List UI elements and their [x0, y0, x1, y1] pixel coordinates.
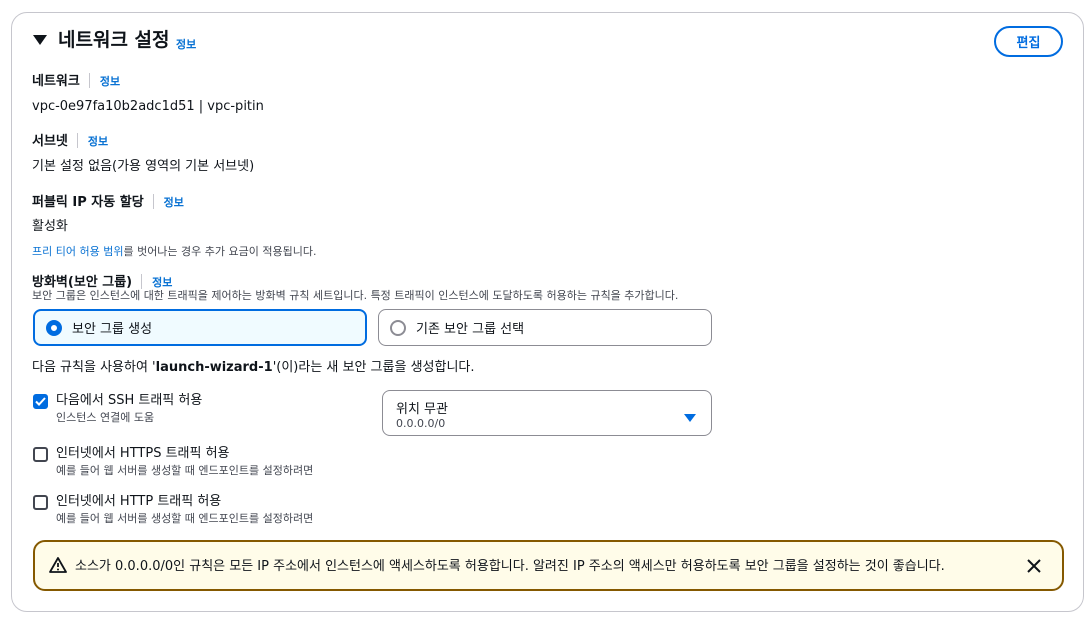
rule-group-name: launch-wizard-1 [155, 360, 273, 375]
firewall-info-link[interactable]: 정보 [152, 276, 172, 289]
rule-prefix: 다음 규칙을 사용하여 ' [32, 360, 156, 375]
create-security-group-option[interactable]: 보안 그룹 생성 [33, 309, 367, 346]
subnet-info-link[interactable]: 정보 [88, 135, 108, 148]
network-label-row: 네트워크 정보 [32, 70, 120, 90]
firewall-label: 방화벽(보안 그룹) [32, 275, 133, 290]
section-title[interactable]: 네트워크 설정 [58, 28, 170, 52]
check-icon [35, 397, 46, 406]
ssh-source-select[interactable]: 위치 무관 0.0.0.0/0 [382, 390, 712, 436]
separator [88, 73, 90, 88]
warning-triangle-icon [49, 557, 67, 577]
separator [152, 194, 154, 209]
edit-button[interactable]: 편집 [994, 26, 1063, 57]
firewall-description: 보안 그룹은 인스턴스에 대한 트래픽을 제어하는 방화벽 규칙 세트입니다. … [32, 289, 679, 302]
create-security-group-label: 보안 그룹 생성 [72, 322, 153, 337]
radio-selected[interactable] [46, 319, 62, 336]
public-ip-label: 퍼블릭 IP 자동 할당 [32, 195, 144, 210]
https-rule-label: 인터넷에서 HTTPS 트래픽 허용 [56, 446, 230, 461]
public-ip-value: 활성화 [32, 219, 68, 234]
existing-security-group-option[interactable]: 기존 보안 그룹 선택 [378, 309, 712, 346]
close-icon[interactable] [1027, 558, 1041, 577]
subnet-label-row: 서브넷 정보 [32, 130, 108, 150]
subnet-value: 기본 설정 없음(가용 영역의 기본 서브넷) [32, 159, 255, 174]
radio-unselected[interactable] [390, 319, 406, 336]
http-checkbox[interactable] [33, 495, 48, 510]
http-rule-sub: 예를 들어 웹 서버를 생성할 때 엔드포인트를 설정하려면 [56, 512, 314, 525]
free-tier-note: 프리 티어 허용 범위를 벗어나는 경우 추가 요금이 적용됩니다. [32, 245, 316, 259]
network-value: vpc-0e97fa10b2adc1d51 | vpc-pitin [32, 99, 264, 114]
subnet-label: 서브넷 [32, 134, 68, 149]
warning-alert: 소스가 0.0.0.0/0인 규칙은 모든 IP 주소에서 인스턴스에 액세스하… [33, 540, 1064, 591]
rule-description: 다음 규칙을 사용하여 'launch-wizard-1'(이)라는 새 보안 … [32, 360, 475, 376]
caret-down-icon [684, 408, 696, 427]
warning-text: 소스가 0.0.0.0/0인 규칙은 모든 IP 주소에서 인스턴스에 액세스하… [75, 559, 945, 574]
caret-down-icon[interactable] [33, 33, 47, 49]
firewall-label-row: 방화벽(보안 그룹) 정보 [32, 271, 172, 291]
public-ip-label-row: 퍼블릭 IP 자동 할당 정보 [32, 191, 184, 211]
rule-suffix: '(이)라는 새 보안 그룹을 생성합니다. [272, 360, 475, 375]
free-tier-note-text: 를 벗어나는 경우 추가 요금이 적용됩니다. [123, 245, 317, 258]
separator [76, 133, 78, 148]
ssh-rule-label: 다음에서 SSH 트래픽 허용 [56, 393, 203, 408]
ssh-source-sub: 0.0.0.0/0 [396, 417, 446, 430]
public-ip-info-link[interactable]: 정보 [164, 196, 184, 209]
existing-security-group-label: 기존 보안 그룹 선택 [416, 322, 525, 337]
network-label: 네트워크 [32, 74, 80, 89]
separator [141, 274, 143, 289]
network-settings-panel: 네트워크 설정 정보 편집 네트워크 정보 vpc-0e97fa10b2adc1d… [11, 12, 1084, 612]
ssh-rule-sub: 인스턴스 연결에 도움 [56, 411, 155, 424]
ssh-source-value: 위치 무관 [396, 402, 448, 417]
https-rule-sub: 예를 들어 웹 서버를 생성할 때 엔드포인트를 설정하려면 [56, 464, 314, 477]
title-info-link[interactable]: 정보 [176, 36, 196, 52]
https-checkbox[interactable] [33, 447, 48, 462]
network-info-link[interactable]: 정보 [100, 75, 120, 88]
http-rule-label: 인터넷에서 HTTP 트래픽 허용 [56, 494, 222, 509]
ssh-checkbox[interactable] [33, 394, 48, 409]
free-tier-link[interactable]: 프리 티어 허용 범위 [32, 245, 123, 258]
